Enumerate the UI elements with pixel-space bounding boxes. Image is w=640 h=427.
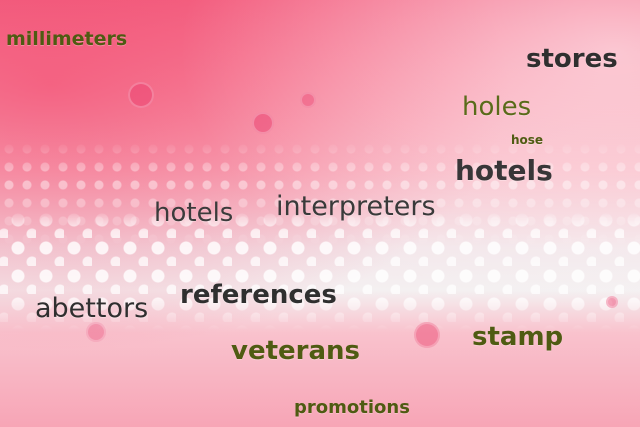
word-hotels-right: hotels — [455, 154, 553, 187]
word-holes: holes — [462, 92, 532, 122]
pink-bubble — [414, 322, 440, 348]
word-hotels-left: hotels — [154, 198, 234, 228]
word-references: references — [180, 280, 337, 310]
word-interpreters: interpreters — [276, 191, 436, 222]
pink-bubble — [252, 112, 274, 134]
word-abettors: abettors — [35, 293, 149, 324]
word-millimeters: millimeters — [6, 28, 128, 50]
pink-bubble — [128, 82, 154, 108]
pink-bubble — [300, 92, 316, 108]
word-stamp: stamp — [472, 322, 564, 352]
word-stores: stores — [526, 44, 618, 74]
word-hose: hose — [511, 133, 544, 147]
pink-bubble — [86, 322, 106, 342]
pink-bubble — [606, 296, 618, 308]
word-cloud-canvas: millimeters stores holes hose hotels hot… — [0, 0, 640, 427]
word-veterans: veterans — [231, 336, 360, 366]
word-promotions: promotions — [294, 397, 410, 418]
